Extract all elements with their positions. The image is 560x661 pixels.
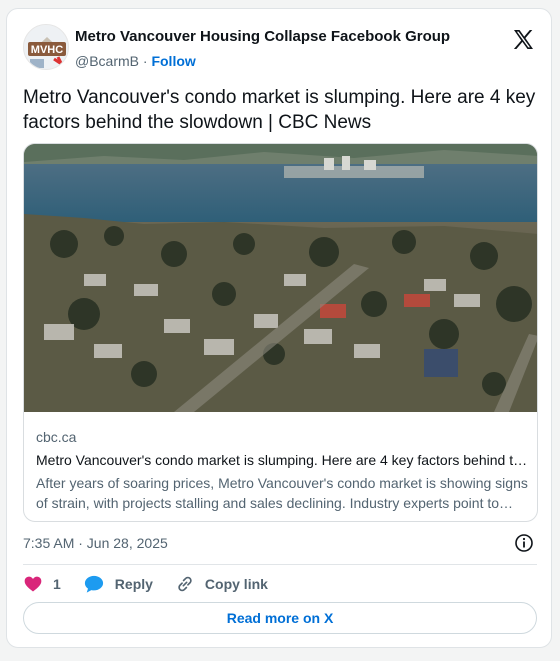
link-preview-card[interactable]: cbc.ca Metro Vancouver's condo market is…: [23, 143, 538, 522]
link-domain: cbc.ca: [36, 429, 77, 445]
author-avatar[interactable]: MVHC: [23, 24, 69, 70]
author-subline: @BcarmB · Follow: [75, 52, 450, 70]
post-header: MVHC Metro Vancouver Housing Collapse Fa…: [23, 24, 537, 74]
embedded-post-card: MVHC Metro Vancouver Housing Collapse Fa…: [6, 8, 552, 648]
copy-link-label: Copy link: [204, 576, 268, 592]
heart-icon: [24, 576, 42, 592]
divider: [23, 564, 537, 565]
follow-button[interactable]: Follow: [151, 53, 195, 69]
link-description: After years of soaring prices, Metro Van…: [36, 475, 528, 511]
author-handle[interactable]: @BcarmB: [75, 53, 139, 69]
link-icon: [178, 576, 192, 592]
x-logo-icon[interactable]: [511, 28, 535, 52]
post-text: Metro Vancouver's condo market is slumpi…: [23, 87, 536, 133]
post-timestamp[interactable]: 7:35 AM · Jun 28, 2025: [23, 533, 168, 553]
reply-label: Reply: [114, 576, 153, 592]
article-image: [24, 144, 537, 412]
link-title: Metro Vancouver's condo market is slumpi…: [36, 452, 528, 468]
info-icon[interactable]: [514, 533, 534, 553]
copy-link-button[interactable]: Copy link: [175, 574, 268, 594]
author-block: Metro Vancouver Housing Collapse Faceboo…: [75, 28, 450, 70]
speech-bubble-icon: [84, 575, 103, 593]
action-bar: 1 Reply Copy link: [23, 571, 290, 597]
link-meta: cbc.ca Metro Vancouver's condo market is…: [36, 427, 528, 513]
avatar-text: MVHC: [31, 44, 63, 56]
separator-dot: ·: [142, 53, 148, 69]
like-count: 1: [53, 576, 61, 592]
author-name[interactable]: Metro Vancouver Housing Collapse Faceboo…: [75, 28, 450, 46]
read-more-button[interactable]: Read more on X: [23, 602, 537, 634]
like-button[interactable]: 1: [23, 574, 61, 594]
reply-button[interactable]: Reply: [83, 574, 153, 594]
